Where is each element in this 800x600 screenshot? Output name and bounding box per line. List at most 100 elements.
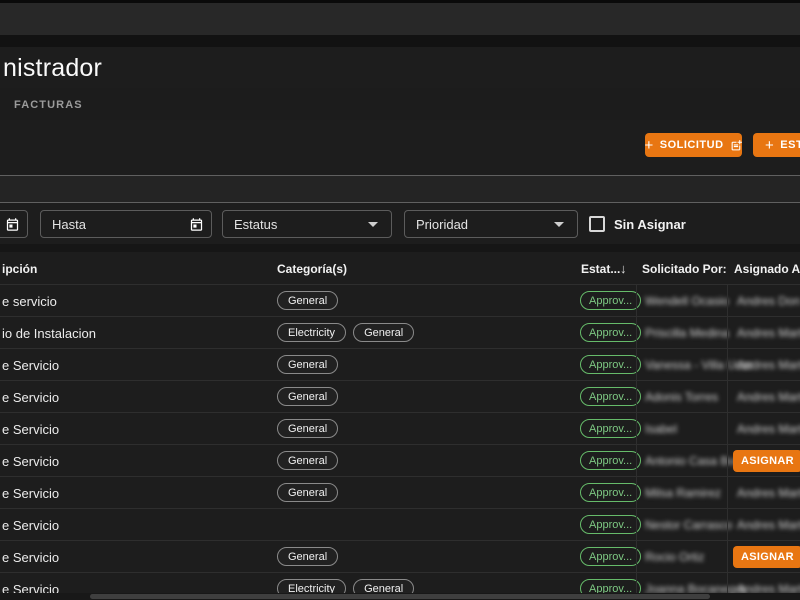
row-descripcion: e servicio	[2, 294, 57, 309]
header-asignado-a: Asignado A:	[734, 262, 800, 276]
table-row: e servicio General Approv... Wendell Ocasio…	[0, 284, 800, 316]
chevron-down-icon	[554, 222, 564, 227]
chevron-down-icon	[368, 222, 378, 227]
asignado-a-name: Andres Martinez	[737, 422, 800, 436]
table-row: e ServicioGeneralApprov...Vanessa - Vill…	[0, 348, 800, 380]
page-title: nistrador	[0, 47, 800, 83]
add-estimacion-label: ESTIM	[780, 139, 800, 151]
solicitado-por-name: Nestor Carrasco	[645, 518, 732, 532]
status-badge: Approv...	[580, 323, 641, 342]
header-estatus-sort[interactable]: Estat...	[581, 262, 620, 276]
plus-icon: +	[765, 138, 774, 153]
status-badge: Approv...	[580, 483, 641, 502]
categoria-chip: General	[277, 355, 338, 374]
asignado-a-name: Andres Don	[737, 294, 800, 308]
categoria-chip: General	[277, 483, 338, 502]
status-badge: Approv...	[580, 419, 641, 438]
asignado-a-name: Andres Martinez	[737, 518, 800, 532]
estatus-select[interactable]: Estatus	[222, 210, 392, 238]
row-descripcion: e Servicio	[2, 486, 59, 501]
header-solicitado-por: Solicitado Por:	[642, 262, 727, 276]
header-separator-band	[0, 35, 800, 47]
row-categoria-chips: General	[277, 483, 338, 502]
asignar-button[interactable]: ASIGNAR	[733, 546, 800, 568]
asignado-a-name: Andres Martinez	[737, 486, 800, 500]
header-categorias: Categoría(s)	[277, 262, 347, 276]
app-window: nistrador FACTURAS + SOLICITUD + ESTIM H…	[0, 0, 800, 600]
categoria-chip: General	[277, 387, 338, 406]
row-descripcion: e Servicio	[2, 390, 59, 405]
table-row: e Servicio General Approv... Rocio Ortiz ASI…	[0, 540, 800, 572]
sin-asignar-label: Sin Asignar	[614, 217, 686, 232]
table-row: io de Instalacion Electricity General Appro…	[0, 316, 800, 348]
solicitudes-table: ipción Categoría(s) Estat... ↓ Solicitad…	[0, 252, 800, 600]
tabs-row: FACTURAS	[0, 88, 800, 120]
categoria-chip: General	[277, 291, 338, 310]
asignado-a-name: Andres Martinez	[737, 326, 800, 340]
add-estimacion-button[interactable]: + ESTIM	[753, 133, 800, 157]
solicitado-por-name: Milsa Ramirez	[645, 486, 721, 500]
sin-asignar-checkbox[interactable]	[589, 216, 605, 232]
table-row: e Servicio General Approv... Milsa Ramirez A…	[0, 476, 800, 508]
add-solicitud-label: SOLICITUD	[660, 139, 724, 151]
categoria-chip: General	[277, 451, 338, 470]
row-categoria-chips: General	[277, 387, 338, 406]
sort-desc-icon[interactable]: ↓	[620, 261, 627, 276]
row-categoria-chips: General	[277, 291, 338, 310]
solicitado-por-name: Priscilla Medina	[645, 326, 729, 340]
row-descripcion: e Servicio	[2, 358, 59, 373]
plus-icon: +	[644, 138, 653, 153]
row-descripcion: io de Instalacion	[2, 326, 96, 341]
categoria-chip: Electricity	[277, 323, 346, 342]
search-panel-clipped[interactable]	[0, 175, 800, 203]
row-descripcion: e Servicio	[2, 518, 59, 533]
status-badge: Approv...	[580, 547, 641, 566]
row-categoria-chips: General	[277, 355, 338, 374]
categoria-chip: General	[353, 323, 414, 342]
add-solicitud-button[interactable]: + SOLICITUD	[645, 133, 742, 157]
table-row: e Servicio General Approv... Isabel Andres M…	[0, 412, 800, 444]
status-badge: Approv...	[580, 387, 641, 406]
horizontal-scrollbar-track	[0, 593, 800, 600]
prioridad-select-value: Prioridad	[416, 217, 468, 232]
header-descripcion: ipción	[2, 262, 37, 276]
row-descripcion: e Servicio	[2, 550, 59, 565]
row-descripcion: e Servicio	[2, 422, 59, 437]
status-badge: Approv...	[580, 451, 641, 470]
estatus-select-value: Estatus	[234, 217, 277, 232]
tab-facturas[interactable]: FACTURAS	[14, 99, 83, 111]
status-badge: Approv...	[580, 291, 641, 310]
table-row: e Servicio General Approv... Adonis Torres A…	[0, 380, 800, 412]
filters-table-separator	[0, 244, 800, 252]
column-divider	[727, 284, 728, 600]
row-categoria-chips: General	[277, 419, 338, 438]
asignado-a-name: Andres Martinez	[737, 390, 800, 404]
horizontal-scrollbar-thumb[interactable]	[90, 594, 710, 599]
table-row: e Servicio Approv... Nestor Carrasco Andres…	[0, 508, 800, 540]
desde-date-input-clipped[interactable]	[0, 210, 28, 238]
hasta-placeholder: Hasta	[52, 217, 86, 232]
post-add-icon	[730, 139, 743, 152]
top-navigation-bar	[0, 3, 800, 35]
asignado-a-name: Andres Martinez	[737, 358, 800, 372]
calendar-icon[interactable]	[5, 217, 20, 232]
status-badge: Approv...	[580, 355, 641, 374]
status-badge: Approv...	[580, 515, 641, 534]
column-divider	[636, 284, 637, 600]
table-row: e ServicioGeneralApprov...Antonio Casa B…	[0, 444, 800, 476]
table-header-row: ipción Categoría(s) Estat... ↓ Solicitad…	[0, 252, 800, 284]
prioridad-select[interactable]: Prioridad	[404, 210, 578, 238]
title-bar: nistrador	[0, 47, 800, 88]
asignar-button[interactable]: ASIGNAR	[733, 450, 800, 472]
hasta-date-input[interactable]: Hasta	[40, 210, 212, 238]
calendar-icon[interactable]	[189, 217, 204, 232]
solicitado-por-name: Adonis Torres	[645, 390, 718, 404]
categoria-chip: General	[277, 419, 338, 438]
solicitado-por-name: Isabel	[645, 422, 677, 436]
table-body: e servicio General Approv... Wendell Ocasio…	[0, 284, 800, 600]
solicitado-por-name: Wendell Ocasio	[645, 294, 729, 308]
solicitado-por-name: Rocio Ortiz	[645, 550, 704, 564]
row-categoria-chips: General	[277, 547, 338, 566]
row-descripcion: e Servicio	[2, 454, 59, 469]
categoria-chip: General	[277, 547, 338, 566]
